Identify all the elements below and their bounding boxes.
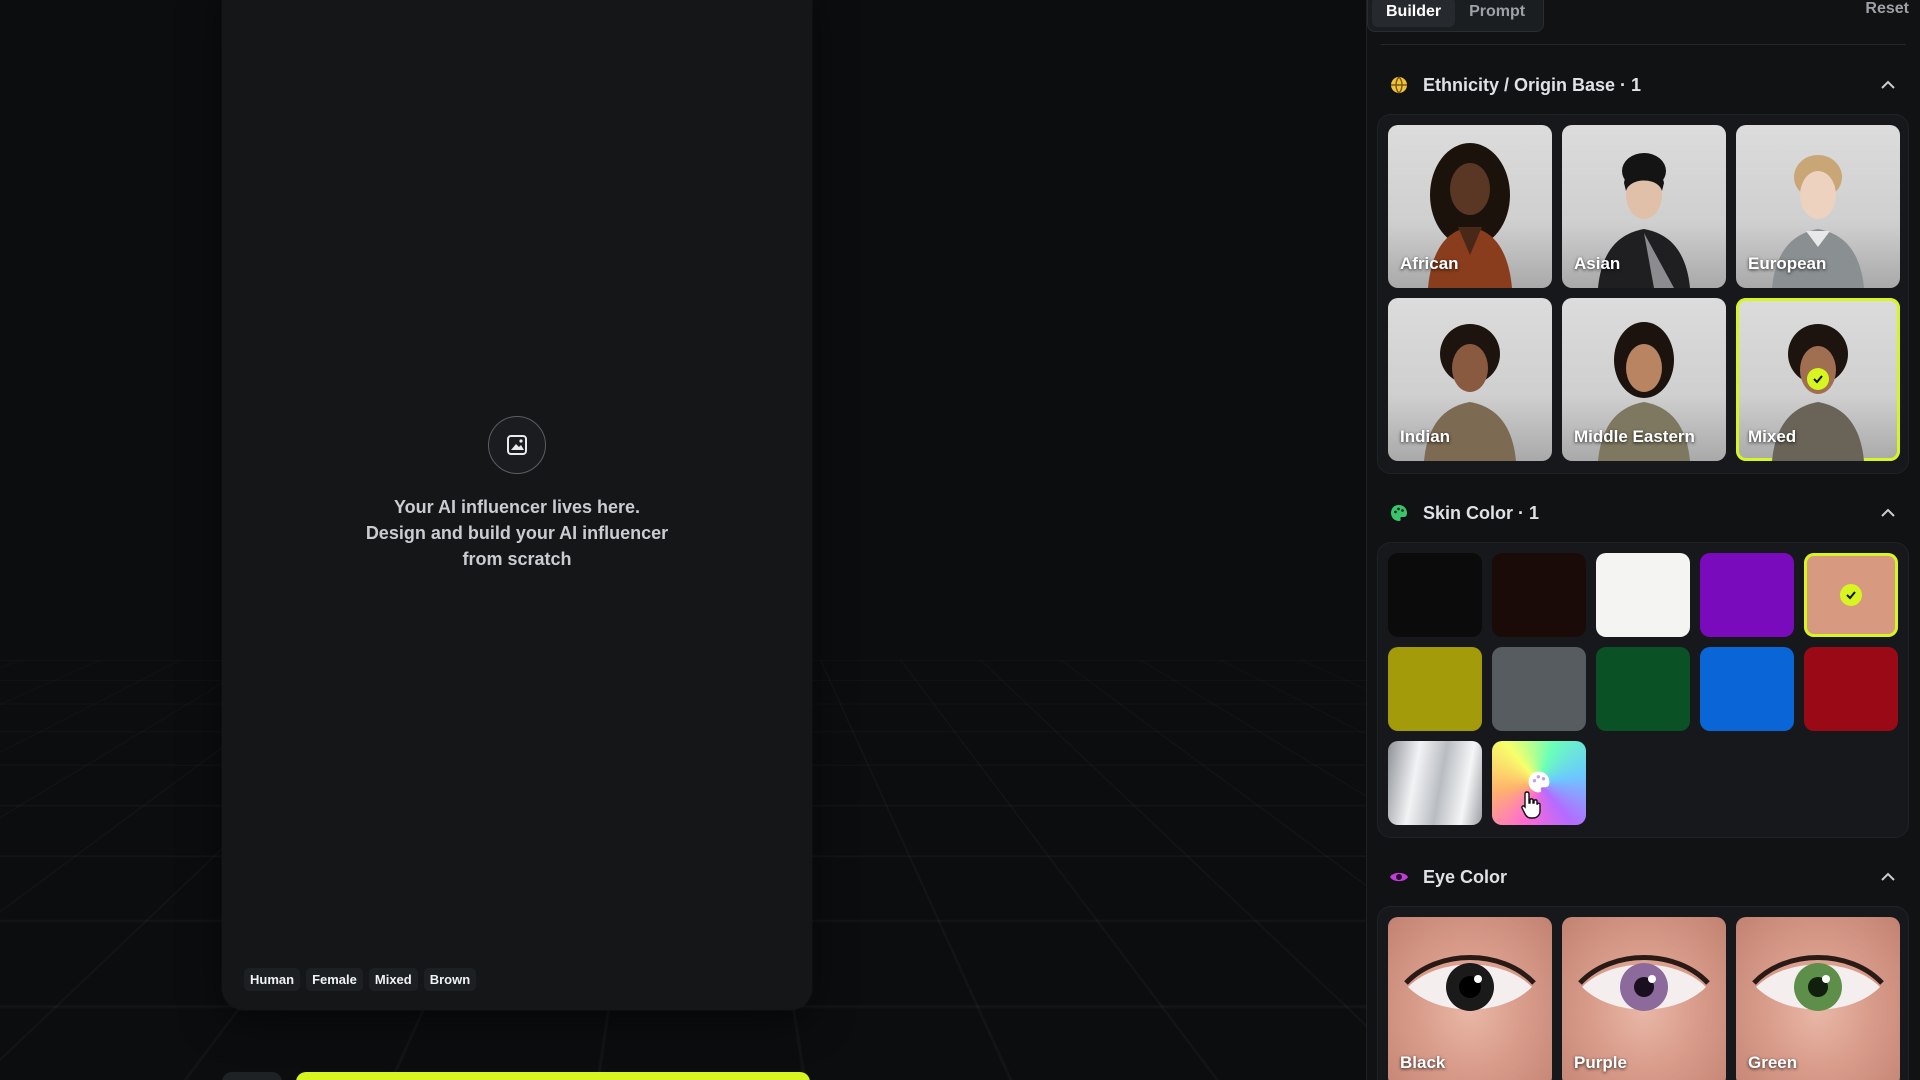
eye-label: Black (1400, 1053, 1446, 1072)
skin-swatch-dark-brown[interactable] (1492, 553, 1586, 637)
skin-swatch-gray[interactable] (1492, 647, 1586, 731)
skin-swatch-blue[interactable] (1700, 647, 1794, 731)
skin-swatch-silver[interactable] (1388, 741, 1482, 825)
globe-icon (1389, 75, 1409, 95)
tab-builder[interactable]: Builder (1372, 0, 1456, 27)
empty-line-3: from scratch (462, 549, 572, 569)
preview-stage: Your AI influencer lives here. Design an… (0, 0, 1366, 1080)
ethnicity-label: Mixed (1748, 427, 1797, 446)
eye-icon (1389, 867, 1409, 887)
skin-swatch-white[interactable] (1596, 553, 1690, 637)
selected-check-icon (1807, 368, 1829, 390)
skin-swatch-olive[interactable] (1388, 647, 1482, 731)
secondary-action-button[interactable] (222, 1072, 282, 1080)
builder-panel: Builder Prompt Reset Ethnicity / Origin … (1366, 0, 1920, 1080)
palette-icon (1389, 503, 1409, 523)
skin-swatch-red[interactable] (1804, 647, 1898, 731)
empty-line-1: Your AI influencer lives here. (393, 497, 641, 517)
preview-card: Your AI influencer lives here. Design an… (222, 0, 812, 1010)
eye-color-options: Black Purple Green (1377, 906, 1909, 1080)
ethnicity-option-indian[interactable]: Indian (1388, 298, 1552, 461)
ethnicity-options: African Asian European Indian Middle Eas… (1377, 114, 1909, 474)
ethnicity-label: European (1748, 254, 1827, 273)
reset-button[interactable]: Reset (1865, 0, 1909, 18)
chevron-up-icon[interactable] (1878, 75, 1898, 95)
skin-color-header[interactable]: Skin Color · 1 (1389, 498, 1898, 528)
ethnicity-title: Ethnicity / Origin Base · 1 (1423, 74, 1642, 95)
ethnicity-option-mixed[interactable]: Mixed (1736, 298, 1900, 461)
attribute-tags: Human Female Mixed Brown (244, 968, 477, 991)
eye-label: Green (1748, 1053, 1798, 1072)
empty-state-text: Your AI influencer lives here. Design an… (222, 494, 812, 572)
skin-color-title: Skin Color · 1 (1423, 502, 1540, 523)
selected-check-icon (1840, 584, 1862, 606)
skin-swatch-purple[interactable] (1700, 553, 1794, 637)
empty-line-2: Design and build your AI influencer (365, 523, 669, 543)
tag-human: Human (244, 968, 301, 991)
tag-brown: Brown (423, 968, 477, 991)
tab-prompt[interactable]: Prompt (1455, 0, 1539, 27)
hand-cursor-icon (1521, 791, 1541, 819)
mode-tabs: Builder Prompt (1367, 0, 1545, 32)
skin-swatch-black[interactable] (1388, 553, 1482, 637)
skin-color-options (1377, 542, 1909, 838)
skin-swatch-tan[interactable] (1804, 553, 1898, 637)
tag-mixed: Mixed (368, 968, 418, 991)
ethnicity-label: Asian (1574, 254, 1621, 273)
skin-swatch-grid (1388, 553, 1898, 825)
ethnicity-option-middle-eastern[interactable]: Middle Eastern (1562, 298, 1726, 461)
generate-button[interactable] (296, 1072, 810, 1080)
ethnicity-option-european[interactable]: European (1736, 125, 1900, 288)
empty-state: Your AI influencer lives here. Design an… (222, 416, 812, 572)
eye-color-grid: Black Purple Green (1388, 917, 1900, 1080)
ethnicity-option-asian[interactable]: Asian (1562, 125, 1726, 288)
ethnicity-label: Indian (1400, 427, 1451, 446)
eye-color-header[interactable]: Eye Color (1389, 862, 1898, 892)
eye-option-green[interactable]: Green (1736, 917, 1900, 1080)
ethnicity-label: African (1400, 254, 1459, 273)
eye-color-title: Eye Color (1423, 866, 1508, 887)
skin-swatch-green[interactable] (1596, 647, 1690, 731)
ethnicity-option-african[interactable]: African (1388, 125, 1552, 288)
tag-female: Female (306, 968, 363, 991)
ethnicity-label: Middle Eastern (1574, 427, 1695, 446)
ethnicity-grid: African Asian European Indian Middle Eas… (1388, 125, 1900, 461)
chevron-up-icon[interactable] (1878, 503, 1898, 523)
chevron-up-icon[interactable] (1878, 867, 1898, 887)
eye-option-black[interactable]: Black (1388, 917, 1552, 1080)
divider (1381, 44, 1906, 45)
panel-top-bar: Builder Prompt Reset (1367, 0, 1920, 34)
image-placeholder-icon (488, 416, 546, 474)
ethnicity-header[interactable]: Ethnicity / Origin Base · 1 (1389, 70, 1898, 100)
eye-option-purple[interactable]: Purple (1562, 917, 1726, 1080)
eye-label: Purple (1574, 1053, 1627, 1072)
